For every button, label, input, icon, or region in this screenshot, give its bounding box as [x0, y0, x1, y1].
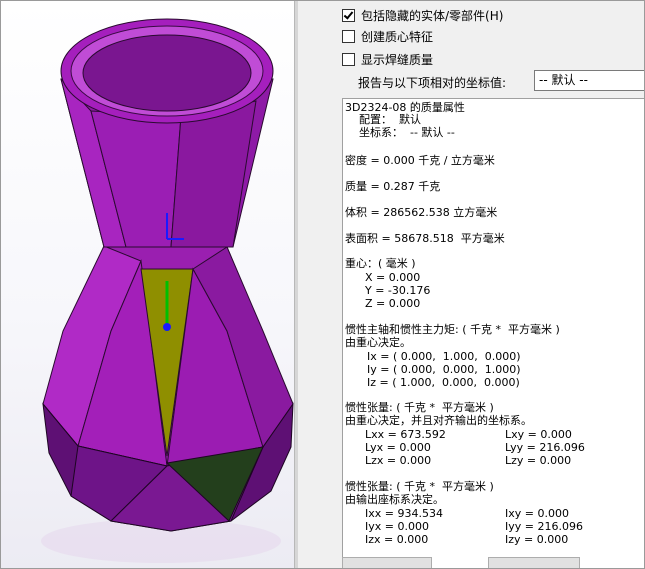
- result-com-z: Z = 0.000: [365, 297, 421, 310]
- result-ixx: Ixx = 934.534: [365, 507, 443, 520]
- window-frame: 包括隐藏的实体/零部件(H) 创建质心特征 显示焊缝质量 报告与以下项相对的坐标…: [0, 0, 645, 569]
- result-tensor1-sub: 由重心决定，并且对齐输出的坐标系。: [345, 414, 532, 427]
- result-ixy: Ixy = 0.000: [505, 507, 569, 520]
- result-principal-header: 惯性主轴和惯性主力矩: ( 千克 * 平方毫米 ): [345, 323, 560, 336]
- coord-label: 报告与以下项相对的坐标值:: [358, 75, 507, 90]
- result-lzx: Lzx = 0.000: [365, 454, 432, 467]
- result-com-y: Y = -30.176: [365, 284, 431, 297]
- result-tensor2-header: 惯性张量: ( 千克 * 平方毫米 ): [345, 480, 494, 493]
- result-izx: Izx = 0.000: [365, 533, 429, 546]
- bottom-button-left[interactable]: [342, 557, 432, 568]
- mass-properties-panel: 包括隐藏的实体/零部件(H) 创建质心特征 显示焊缝质量 报告与以下项相对的坐标…: [298, 1, 644, 568]
- coord-system-select[interactable]: -- 默认 --: [534, 70, 644, 91]
- result-principal-sub: 由重心决定。: [345, 336, 411, 349]
- result-com-x: X = 0.000: [365, 271, 421, 284]
- result-lyy: Lyy = 216.096: [505, 441, 585, 454]
- bottom-button-right[interactable]: [488, 557, 580, 568]
- option-label: 显示焊缝质量: [361, 53, 434, 67]
- result-config: 配置： 默认: [359, 113, 421, 126]
- checkbox-include-hidden[interactable]: [342, 9, 355, 22]
- result-iz: Iz = ( 1.000, 0.000, 0.000): [367, 376, 520, 389]
- option-label: 创建质心特征: [361, 30, 434, 44]
- model-viewport[interactable]: [1, 1, 294, 568]
- vase-model: [41, 18, 294, 563]
- result-ix: Ix = ( 0.000, 1.000, 0.000): [367, 350, 521, 363]
- result-iyy: Iyy = 216.096: [505, 520, 583, 533]
- option-label: 包括隐藏的实体/零部件(H): [361, 9, 504, 23]
- result-coordsys: 坐标系： -- 默认 --: [359, 126, 455, 139]
- option-show-weld-mass[interactable]: 显示焊缝质量: [342, 51, 433, 68]
- result-lzy: Lzy = 0.000: [505, 454, 572, 467]
- result-volume: 体积 = 286562.538 立方毫米: [345, 206, 498, 219]
- result-surface-area: 表面积 = 58678.518 平方毫米: [345, 232, 505, 245]
- result-izy: Izy = 0.000: [505, 533, 569, 546]
- result-density: 密度 = 0.000 千克 / 立方毫米: [345, 154, 495, 167]
- option-include-hidden[interactable]: 包括隐藏的实体/零部件(H): [342, 7, 503, 24]
- result-iy: Iy = ( 0.000, 0.000, 1.000): [367, 363, 521, 376]
- result-com-header: 重心：( 毫米 ): [345, 257, 416, 270]
- rim-inner: [82, 34, 252, 112]
- checkbox-show-weld-mass[interactable]: [342, 53, 355, 66]
- results-textbox[interactable]: 3D2324-08 的质量属性 配置： 默认 坐标系： -- 默认 -- 密度 …: [342, 98, 644, 568]
- checkbox-create-com[interactable]: [342, 30, 355, 43]
- result-lyx: Lyx = 0.000: [365, 441, 431, 454]
- result-lxx: Lxx = 673.592: [365, 428, 446, 441]
- com-marker-dot: [163, 323, 171, 331]
- result-tensor2-sub: 由输出座标系决定。: [345, 493, 444, 506]
- option-create-com[interactable]: 创建质心特征: [342, 28, 433, 45]
- result-mass: 质量 = 0.287 千克: [345, 180, 441, 193]
- result-iyx: Iyx = 0.000: [365, 520, 429, 533]
- result-lxy: Lxy = 0.000: [505, 428, 572, 441]
- result-tensor1-header: 惯性张量: ( 千克 * 平方毫米 ): [345, 401, 494, 414]
